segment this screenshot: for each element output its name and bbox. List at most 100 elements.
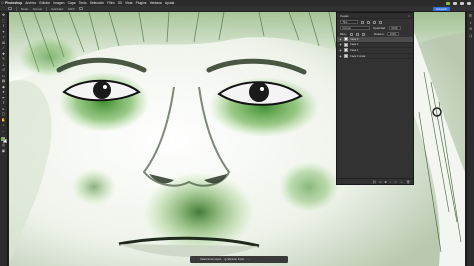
eraser-tool-icon[interactable]: ▭ [1, 74, 6, 78]
blend-mode-select[interactable]: Normal [340, 26, 370, 30]
pen-tool-icon[interactable]: ✒ [1, 96, 6, 100]
panel-menu-icon[interactable]: ≡ [408, 14, 410, 18]
menu-filtro[interactable]: Filtro [107, 1, 114, 5]
battery-icon[interactable] [446, 1, 450, 5]
layer-thumbnail [344, 48, 348, 53]
delete-layer-icon[interactable]: 🗑 [406, 180, 410, 184]
tools-panel: ✥ ⬚ ℓ ✦ ⌗ ⊠ ⁄ ✚ ✎ ⊥ ↺ ▭ ▤ ◆ ● ✒ T ▸ ▢ ✋ … [0, 12, 8, 266]
add-mask-icon[interactable]: ◙ [385, 180, 387, 184]
menu-edicion[interactable]: Edición [39, 1, 50, 5]
menu-3d[interactable]: 3D [118, 1, 122, 5]
menu-ayuda[interactable]: Ayuda [165, 1, 174, 5]
color-swatches [0, 136, 7, 143]
type-tool-icon[interactable]: T [1, 101, 6, 106]
hand-tool-icon[interactable]: ✋ [1, 118, 6, 122]
contextual-task-bar: ⋮ ◌ Seleccionar sujeto ◍ Eliminar fondo … [190, 256, 288, 263]
airbrush-icon[interactable] [78, 7, 83, 10]
filter-adjustment-icon[interactable] [367, 20, 370, 24]
rectangle-tool-icon[interactable]: ▢ [1, 112, 6, 117]
crop-tool-icon[interactable]: ⌗ [1, 35, 6, 40]
filter-kind-select[interactable]: Tipo [340, 20, 358, 24]
more-options-icon[interactable]: ⋯ [247, 258, 250, 261]
path-selection-tool-icon[interactable]: ▸ [1, 107, 6, 111]
panel-opacity-input[interactable]: 100% [388, 26, 401, 30]
layer-name[interactable]: Capa 1 [350, 49, 358, 52]
select-subject-button[interactable]: ◌ Seleccionar sujeto [198, 258, 222, 261]
layer-list: ◉ Capa 3 ◉ Capa 2 ◉ Capa 1 ◉ Capa 0 copi… [337, 37, 413, 60]
divider [16, 6, 17, 11]
foreground-color-swatch[interactable] [0, 136, 5, 141]
layers-icon[interactable]: ❏ [469, 34, 472, 39]
stamp-tool-icon[interactable]: ⊥ [1, 63, 6, 67]
fill-input[interactable]: 100% [387, 32, 400, 36]
layer-style-icon[interactable]: fx [379, 180, 381, 184]
brush-tool-icon[interactable]: ✎ [1, 57, 6, 62]
magic-wand-tool-icon[interactable]: ✦ [1, 30, 6, 34]
select-subject-label: Seleccionar sujeto [200, 258, 222, 261]
new-group-icon[interactable]: ▭ [394, 180, 397, 184]
menu-seleccion[interactable]: Selección [90, 1, 104, 5]
divider [45, 6, 47, 11]
layers-panel-title: Capas ≡ [337, 13, 413, 19]
new-layer-icon[interactable]: ＋ [400, 180, 403, 184]
filter-kind-label: Tipo [342, 20, 348, 24]
adjustment-layer-icon[interactable]: ◐ [390, 180, 392, 184]
visibility-eye-icon[interactable]: ◉ [339, 55, 342, 58]
mode-label: Modo: [21, 6, 29, 11]
menu-texto[interactable]: Texto [79, 1, 87, 5]
filter-type-icon[interactable] [373, 20, 376, 24]
layers-tab[interactable]: Capas [340, 14, 349, 18]
remove-background-button[interactable]: ◍ Eliminar fondo [224, 258, 244, 261]
gradient-tool-icon[interactable]: ▤ [1, 79, 6, 84]
tool-preset-icon[interactable] [8, 7, 12, 10]
visibility-eye-icon[interactable]: ◉ [339, 43, 342, 46]
eyedropper-tool-icon[interactable]: ⁄ [1, 46, 6, 51]
drag-handle-icon[interactable]: ⋮ [192, 258, 195, 261]
healing-brush-tool-icon[interactable]: ✚ [1, 52, 6, 56]
zoom-tool-icon[interactable]: ⌕ [1, 123, 6, 128]
menu-capa[interactable]: Capa [68, 1, 76, 5]
menu-ventana[interactable]: Ventana [150, 1, 162, 5]
frame-tool-icon[interactable]: ⊠ [1, 41, 6, 45]
blur-tool-icon[interactable]: ◆ [1, 85, 6, 89]
lock-all-icon[interactable] [362, 32, 366, 36]
layer-row[interactable]: ◉ Capa 0 copia [337, 54, 413, 60]
search-icon[interactable] [460, 1, 464, 5]
layer-thumbnail [344, 42, 348, 47]
quick-mask-icon[interactable]: ◎ [1, 143, 6, 148]
move-tool-icon[interactable]: ✥ [1, 13, 6, 18]
select-subject-icon: ◌ [197, 258, 200, 261]
menu-archivo[interactable]: Archivo [25, 1, 36, 5]
wifi-icon[interactable] [453, 1, 457, 5]
blend-mode-value: Normal [342, 26, 351, 30]
layers-panel-footer: ⛓ fx ◙ ◐ ▭ ＋ 🗑 [337, 178, 413, 184]
adjustments-icon[interactable]: ◑ [469, 21, 471, 26]
visibility-eye-icon[interactable]: ◉ [339, 38, 342, 41]
marquee-tool-icon[interactable]: ⬚ [1, 19, 6, 23]
menu-vista[interactable]: Vista [125, 1, 132, 5]
dodge-tool-icon[interactable]: ● [1, 90, 6, 95]
history-icon[interactable]: ⟲ [469, 28, 472, 32]
control-center-icon[interactable] [467, 1, 471, 5]
more-tools-icon[interactable]: … [1, 129, 6, 133]
screen-mode-icon[interactable]: ▣ [1, 149, 6, 153]
link-layers-icon[interactable]: ⛓ [373, 180, 377, 184]
layer-name[interactable]: Capa 3 [350, 38, 358, 41]
filter-shape-icon[interactable] [379, 20, 382, 24]
menu-plugins[interactable]: Plugins [136, 1, 147, 5]
app-name[interactable]: Photoshop [5, 1, 22, 5]
history-brush-tool-icon[interactable]: ↺ [1, 68, 6, 73]
lasso-tool-icon[interactable]: ℓ [1, 24, 6, 29]
layer-name[interactable]: Capa 2 [350, 43, 358, 46]
opacity-input[interactable]: 100% [68, 7, 75, 11]
layer-name[interactable]: Capa 0 copia [350, 55, 365, 58]
lock-pixels-icon[interactable] [350, 32, 354, 36]
visibility-eye-icon[interactable]: ◉ [339, 49, 342, 52]
share-button[interactable]: Compartir [432, 7, 450, 11]
mode-select[interactable]: Normal [33, 7, 42, 11]
right-icon-strip: ☰ ◑ ⟲ ❏ [466, 12, 474, 266]
lock-position-icon[interactable] [356, 32, 360, 36]
properties-icon[interactable]: ☰ [469, 14, 472, 19]
menu-imagen[interactable]: Imagen [53, 1, 64, 5]
filter-pixel-icon[interactable] [361, 20, 364, 24]
